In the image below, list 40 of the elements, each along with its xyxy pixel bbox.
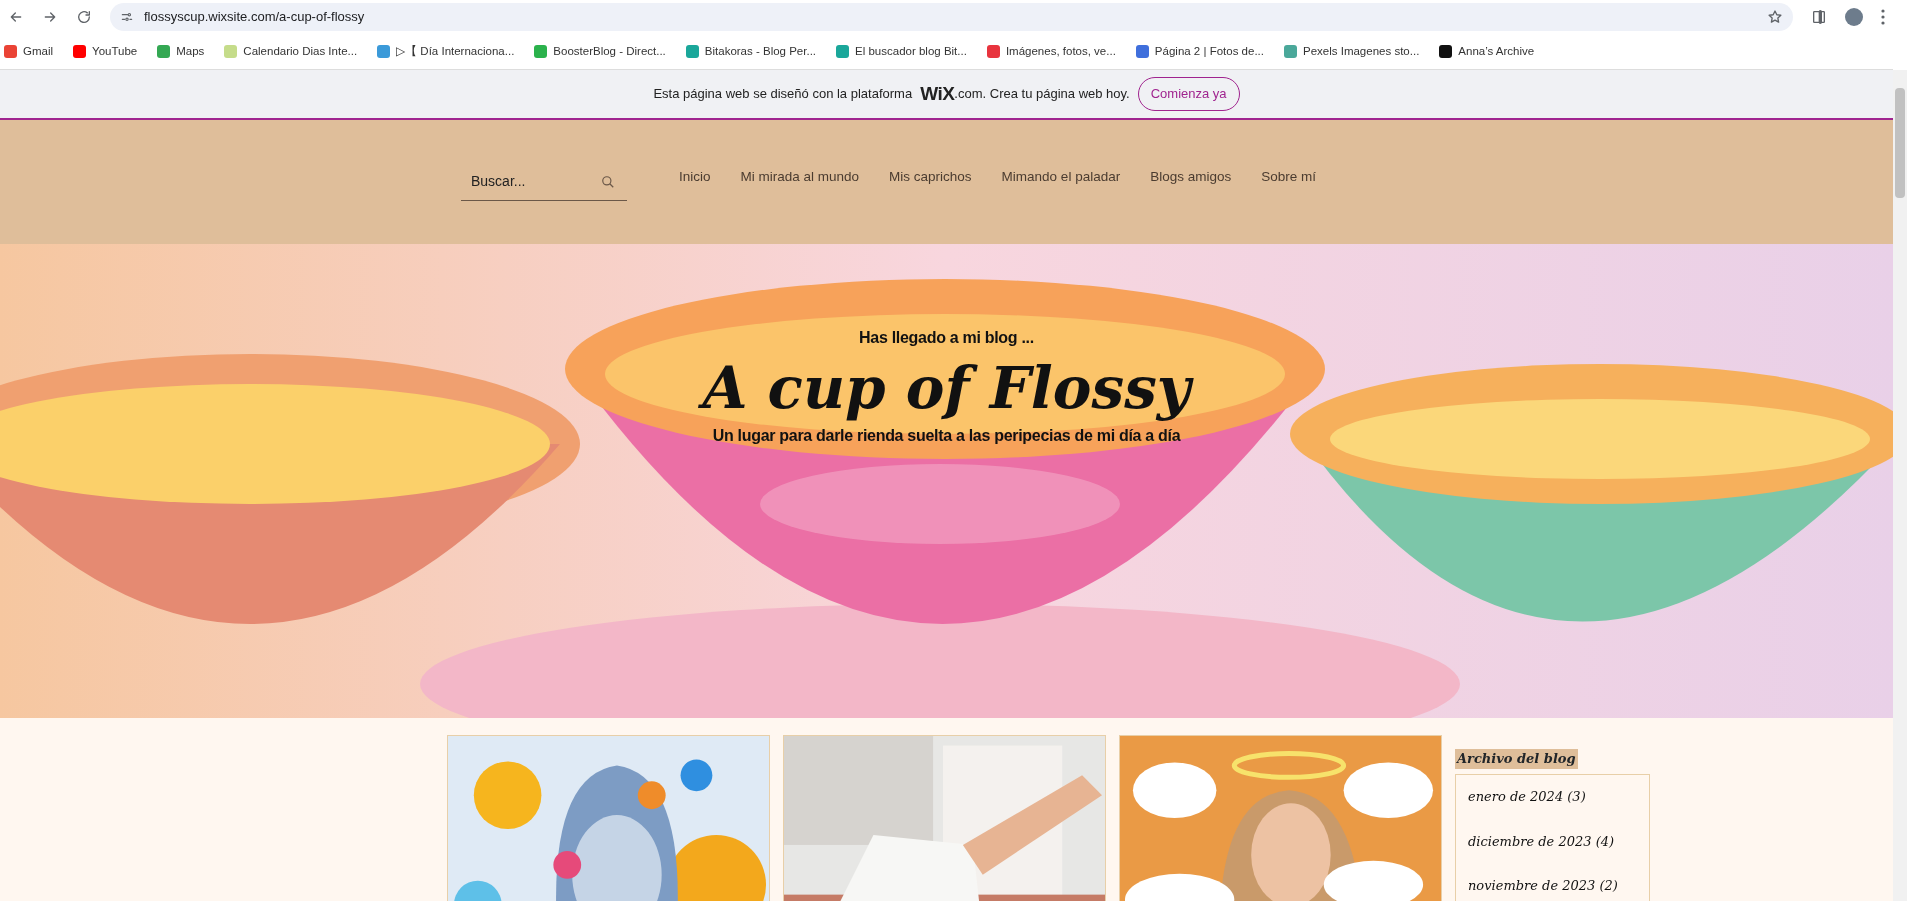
bookmark[interactable]: Calendario Dias Inte... xyxy=(224,42,358,61)
url-text[interactable]: flossyscup.wixsite.com/a-cup-of-flossy xyxy=(144,7,365,27)
archive-title: Archivo del blog xyxy=(1455,749,1578,769)
archive-link[interactable]: enero de 2024 (3) xyxy=(1468,787,1637,807)
nav-link[interactable]: Mis caprichos xyxy=(889,166,972,188)
scroll-thumb[interactable] xyxy=(1895,88,1905,198)
bookmark[interactable]: Imágenes, fotos, ve... xyxy=(986,42,1116,61)
bookmark[interactable]: ▷【 Día Internaciona... xyxy=(377,42,515,61)
menu-icon[interactable] xyxy=(1881,9,1885,25)
nav-link[interactable]: Mimando el paladar xyxy=(1001,166,1121,188)
bookmark[interactable]: Bitakoras - Blog Per... xyxy=(685,42,817,61)
archive-link[interactable]: noviembre de 2023 (2) xyxy=(1468,876,1637,896)
forward-icon[interactable] xyxy=(42,9,58,25)
reload-icon[interactable] xyxy=(76,9,92,25)
star-icon[interactable] xyxy=(1767,9,1783,25)
banner-text: Esta página web se diseñó con la plataforma xyxy=(653,85,913,104)
hero-subtitle: Un lugar para darle rienda suelta a las peripecias de mi día a día xyxy=(712,425,1181,446)
bookmark[interactable]: Pexels Imagenes sto... xyxy=(1284,42,1420,61)
bookmark[interactable]: El buscador blog Bit... xyxy=(836,42,967,61)
avatar-icon[interactable] xyxy=(1845,8,1863,26)
nav-link[interactable]: Blogs amigos xyxy=(1150,166,1232,188)
nav-link[interactable]: Inicio xyxy=(679,166,711,188)
side-panel-icon[interactable] xyxy=(1811,9,1827,25)
banner-text: .com. Crea tu página web hoy. xyxy=(954,85,1130,104)
nav-link[interactable]: Mi mirada al mundo xyxy=(740,166,860,188)
bookmark[interactable]: BoosterBlog - Direct... xyxy=(534,42,666,61)
search-field[interactable]: Buscar... xyxy=(461,163,627,201)
bookmark[interactable]: Gmail xyxy=(4,42,54,61)
bookmark[interactable]: YouTube xyxy=(73,42,138,61)
search-icon[interactable] xyxy=(601,175,615,189)
nav-link[interactable]: Sobre mí xyxy=(1261,166,1316,188)
wix-logo: WiX xyxy=(920,81,955,106)
bookmark[interactable]: Página 2 | Fotos de... xyxy=(1135,42,1264,61)
back-icon[interactable] xyxy=(8,9,24,25)
scrollbar[interactable] xyxy=(1893,70,1907,901)
bookmark[interactable]: Maps xyxy=(157,42,205,61)
bookmark[interactable]: Anna’s Archive xyxy=(1439,42,1535,61)
hero-kicker: Has llegado a mi blog ... xyxy=(859,328,1034,348)
archive-link[interactable]: diciembre de 2023 (4) xyxy=(1468,831,1637,851)
site-settings-icon[interactable] xyxy=(120,10,134,24)
